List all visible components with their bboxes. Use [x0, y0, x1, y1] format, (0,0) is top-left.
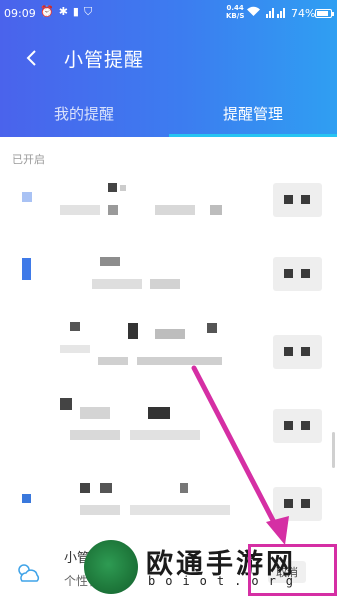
list-item[interactable]	[0, 165, 337, 235]
pixelated-title	[128, 323, 138, 339]
reminder-toggle-button[interactable]	[273, 257, 322, 291]
alarm-icon: ⏰	[40, 5, 54, 18]
pixelated-title	[80, 407, 110, 419]
list-item[interactable]	[0, 237, 337, 307]
reminder-toggle-button[interactable]	[273, 409, 322, 443]
list-item[interactable]	[0, 392, 337, 462]
reminder-icon	[22, 258, 31, 280]
reminder-toggle-button[interactable]	[273, 487, 322, 521]
pixelated-title	[100, 257, 120, 266]
pixelated-title	[70, 322, 80, 331]
pixelated-subtitle	[137, 357, 222, 365]
pixelated-subtitle	[210, 205, 222, 215]
pixelated-title	[180, 483, 188, 493]
scrollbar[interactable]	[332, 432, 335, 468]
back-button[interactable]	[20, 44, 44, 72]
pixelated-title	[60, 398, 72, 410]
network-speed: 0.44 KB/S	[226, 4, 244, 20]
reminder-icon	[22, 343, 32, 353]
pixelated-subtitle	[155, 205, 195, 215]
reminder-icon	[22, 192, 32, 202]
pixelated-subtitle	[130, 505, 230, 515]
pixelated-subtitle	[60, 345, 90, 353]
shield-icon: ⛉	[83, 5, 93, 18]
pixelated-title	[108, 183, 117, 192]
battery-percent: 74%	[291, 7, 316, 20]
pixelated-subtitle	[98, 357, 128, 365]
pixelated-subtitle	[130, 430, 200, 440]
pixelated-title	[207, 323, 217, 333]
status-time: 09:09	[4, 7, 36, 20]
pixelated-subtitle	[60, 205, 100, 215]
status-bar: 09:09 ⏰ ✱ ▮ ⛉ 0.44 KB/S 74%	[0, 0, 337, 28]
reminder-list: 已开启	[0, 137, 337, 597]
pixelated-subtitle	[108, 205, 118, 215]
page-title: 小管提醒	[64, 49, 145, 71]
signal-icon	[266, 7, 285, 18]
reminder-toggle-button[interactable]	[273, 335, 322, 369]
battery-icon	[315, 9, 334, 18]
tab-my-reminders[interactable]: 我的提醒	[0, 103, 168, 124]
weather-reminder-item[interactable]: 小管 个性化 取消	[0, 537, 337, 597]
weather-icon	[18, 564, 40, 582]
reminder-icon	[22, 494, 31, 503]
network-speed-unit: KB/S	[226, 12, 245, 20]
reminder-management-screen: 09:09 ⏰ ✱ ▮ ⛉ 0.44 KB/S 74% 小管提醒 我的提醒 提醒…	[0, 0, 337, 597]
pixelated-title	[80, 483, 90, 493]
item-title: 小管	[64, 551, 91, 566]
pixelated-subtitle	[70, 430, 120, 440]
app-header: 09:09 ⏰ ✱ ▮ ⛉ 0.44 KB/S 74% 小管提醒 我的提醒 提醒…	[0, 0, 337, 137]
tab-reminder-management[interactable]: 提醒管理	[169, 103, 337, 124]
bluetooth-icon: ✱	[58, 5, 68, 18]
chevron-left-icon	[26, 50, 36, 66]
status-notification-icons: ⏰ ✱ ▮ ⛉	[40, 5, 92, 19]
wifi-icon	[246, 6, 261, 20]
pixelated-title	[148, 407, 170, 419]
item-subtitle: 个性化	[64, 574, 101, 588]
list-item[interactable]	[0, 467, 337, 537]
pixelated-subtitle	[150, 279, 180, 289]
pixelated-subtitle	[92, 279, 142, 289]
cancel-button[interactable]: 取消	[268, 561, 306, 583]
pixelated-subtitle	[80, 505, 120, 515]
pixelated-title	[120, 185, 126, 191]
pixelated-title	[100, 483, 112, 493]
app-notification-icon: ▮	[72, 5, 79, 18]
network-speed-value: 0.44	[226, 4, 244, 12]
pixelated-title	[155, 329, 185, 339]
reminder-icon	[22, 412, 32, 422]
list-item[interactable]	[0, 315, 337, 385]
reminder-toggle-button[interactable]	[273, 183, 322, 217]
